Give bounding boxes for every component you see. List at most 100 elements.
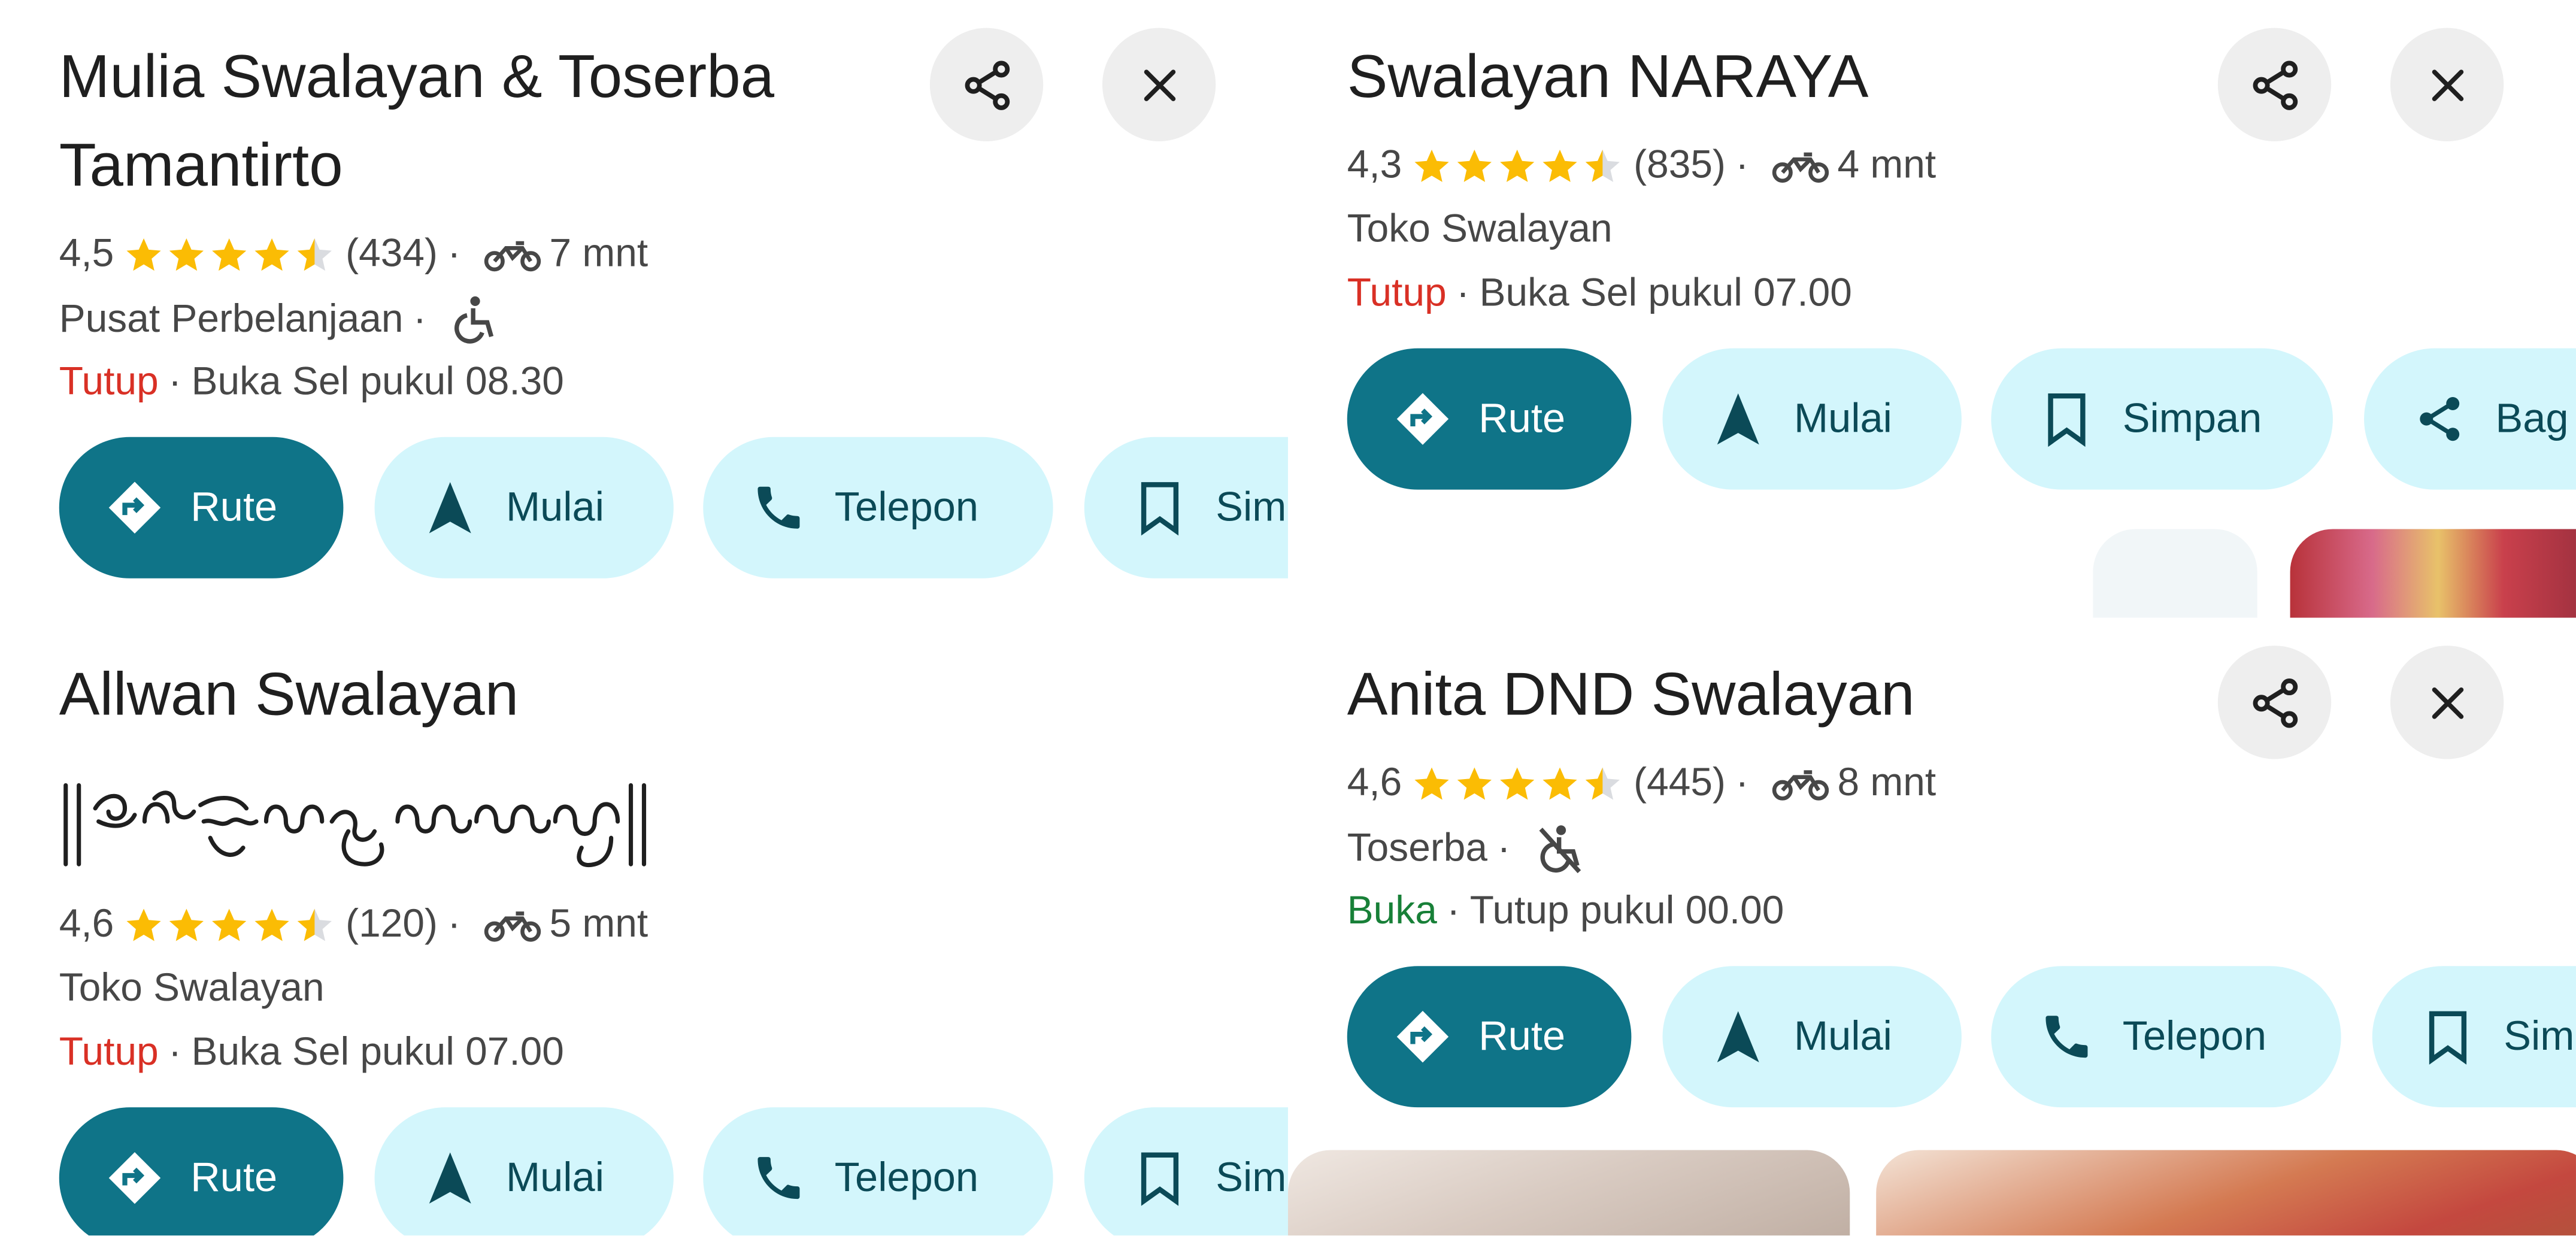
share-icon [2252, 60, 2297, 110]
start-button[interactable]: Mulai [1662, 966, 1962, 1108]
category: Toko Swalayan [1347, 207, 1613, 252]
action-chips: Rute Mulai Simpan Bag [1347, 348, 2576, 490]
phone-icon [746, 1145, 812, 1211]
start-button[interactable]: Mulai [374, 437, 674, 578]
call-button[interactable]: Telepon [1991, 966, 2341, 1108]
status-closed: Tutup [1347, 271, 1447, 316]
start-button[interactable]: Mulai [374, 1107, 674, 1236]
chip-label: Telepon [834, 1154, 979, 1201]
rating-row: 4,6 (120) · 5 mnt [59, 900, 648, 949]
call-button[interactable]: Telepon [703, 437, 1053, 578]
bookmark-icon [1127, 475, 1193, 541]
rating-value: 4,5 [59, 231, 114, 276]
directions-icon [1390, 386, 1456, 452]
review-count: (434) [346, 231, 438, 276]
star-icon [169, 237, 205, 270]
star-icon [127, 237, 162, 270]
separator: · [413, 297, 426, 342]
place-photo[interactable] [2290, 529, 2576, 618]
directions-button[interactable]: Rute [59, 437, 344, 578]
status-open: Buka [1347, 889, 1437, 934]
title-line: Swalayan NARAYA [1347, 43, 1869, 110]
save-button[interactable]: Sim [2372, 966, 2576, 1108]
title-line: Allwan Swalayan [59, 660, 519, 728]
separator: · [447, 231, 461, 276]
review-count: (835) [1634, 143, 1726, 187]
place-title: Swalayan NARAYA [1347, 33, 2169, 122]
place-photo[interactable] [1876, 1150, 2576, 1236]
close-button[interactable] [2390, 646, 2504, 759]
share-button[interactable] [2217, 646, 2332, 759]
category-row: Toserba · [1347, 823, 1586, 876]
separator: · [1735, 761, 1749, 805]
motorcycle-icon [484, 241, 542, 272]
rating-value: 4,3 [1347, 143, 1402, 187]
action-chips: Rute Mulai Telepon Sim [59, 437, 1288, 578]
category: Pusat Perbelanjaan [59, 297, 404, 342]
chip-label: Mulai [1794, 1013, 1892, 1059]
start-button[interactable]: Mulai [1662, 348, 1962, 490]
phone-icon [2034, 1004, 2100, 1070]
category: Toserba [1347, 826, 1488, 871]
category: Toko Swalayan [59, 966, 325, 1011]
close-icon [2431, 686, 2463, 719]
action-chips: Rute Mulai Telepon Sim [1347, 966, 2576, 1108]
category-row: Toko Swalayan [1347, 205, 1613, 255]
place-photo[interactable] [2093, 529, 2257, 618]
place-photo[interactable] [1287, 1150, 1850, 1236]
opening-time: Buka Sel pukul 08.30 [191, 359, 564, 404]
bookmark-icon [1127, 1145, 1193, 1211]
close-button[interactable] [2390, 28, 2504, 141]
navigation-arrow-icon [417, 475, 483, 541]
star-icon [213, 237, 247, 270]
chip-label: Rute [190, 1154, 278, 1201]
place-card-allwan: Allwan Swalayan 4,6 (120) · 5 mnt Toko S… [0, 617, 1288, 1236]
chip-label: Telepon [834, 483, 979, 530]
review-count: (445) [1634, 761, 1726, 805]
separator: · [1456, 271, 1470, 316]
title-line: Mulia Swalayan & Toserba [59, 43, 775, 110]
rating-value: 4,6 [1347, 761, 1402, 805]
star-icon [169, 908, 205, 941]
directions-button[interactable]: Rute [1347, 966, 1632, 1108]
star-icon [1415, 149, 1450, 181]
share-chip-button[interactable]: Bag [2364, 348, 2576, 490]
screenshot-collage: Mulia Swalayan & Toserba Tamantirto 4,5 … [0, 0, 2576, 1236]
separator: · [168, 1030, 182, 1075]
chip-label: Simpan [2122, 395, 2262, 441]
share-button[interactable] [2217, 28, 2332, 141]
save-button[interactable]: Sim [1084, 1107, 1288, 1236]
motorcycle-icon [1772, 152, 1830, 183]
directions-button[interactable]: Rute [1347, 348, 1632, 490]
separator: · [447, 902, 461, 947]
chip-label: Sim [1216, 483, 1287, 530]
chip-label: Rute [190, 483, 278, 530]
close-icon [2431, 69, 2463, 101]
chip-label: Mulai [1794, 395, 1892, 441]
call-button[interactable]: Telepon [703, 1107, 1053, 1236]
star-icon [1501, 767, 1535, 799]
navigation-arrow-icon [1705, 1004, 1771, 1070]
share-icon [2252, 677, 2297, 728]
chip-label: Mulai [506, 1154, 604, 1201]
directions-button[interactable]: Rute [59, 1107, 344, 1236]
wheelchair-icon [455, 296, 495, 344]
chip-label: Telepon [2122, 1013, 2267, 1059]
save-button[interactable]: Sim [1084, 437, 1288, 578]
status-closed: Tutup [59, 1030, 159, 1075]
share-button[interactable] [929, 28, 1044, 141]
save-button[interactable]: Simpan [1991, 348, 2333, 490]
no-wheelchair-icon [1539, 825, 1582, 874]
status-closed: Tutup [59, 359, 159, 404]
star-icon [255, 237, 290, 270]
separator: · [168, 359, 182, 404]
star-icon [1457, 767, 1492, 799]
travel-time: 8 mnt [1837, 761, 1936, 805]
motorcycle-icon [484, 911, 542, 942]
close-button[interactable] [1102, 28, 1216, 141]
share-icon [964, 60, 1009, 110]
bookmark-icon [2415, 1004, 2481, 1070]
place-card-naraya: Swalayan NARAYA 4,3 (835) · 4 mnt Toko S… [1287, 0, 2576, 618]
chip-label: Rute [1478, 1013, 1566, 1059]
separator: · [1447, 889, 1460, 934]
